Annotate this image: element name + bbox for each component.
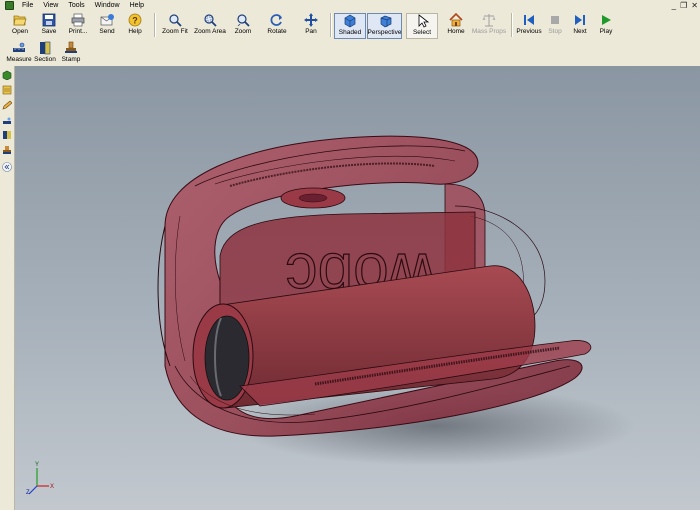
measure-label: Measure	[6, 56, 32, 63]
shaded-cube-icon	[344, 14, 356, 28]
rotate-button[interactable]: Rotate	[262, 13, 292, 36]
stop-button[interactable]: Stop	[543, 13, 567, 36]
toolbar-separator	[154, 13, 156, 37]
measure-button[interactable]: Measure	[4, 41, 34, 64]
next-icon	[575, 15, 585, 25]
select-label: Select	[412, 29, 432, 36]
zoom-label: Zoom	[234, 28, 252, 35]
previous-icon	[524, 15, 534, 25]
section-button[interactable]: Section	[34, 41, 56, 64]
stamp-icon	[65, 41, 77, 53]
measure-panel-icon[interactable]	[2, 116, 12, 126]
menu-tools[interactable]: Tools	[63, 0, 89, 11]
toolbar-separator	[511, 13, 513, 37]
menu-file[interactable]: File	[17, 0, 38, 11]
model-tree-icon[interactable]	[2, 70, 12, 80]
main-toolbar: Open Save Print... Send ? Help Zoom Fit …	[0, 11, 700, 40]
help-button[interactable]: ? Help	[121, 13, 149, 36]
measure-ruler-icon	[13, 42, 25, 52]
previous-label: Previous	[516, 28, 542, 35]
mass-props-label: Mass Props	[471, 28, 507, 35]
perspective-cube-icon	[380, 15, 391, 28]
left-tool-strip	[0, 66, 15, 510]
floppy-disk-icon	[42, 13, 56, 27]
play-button[interactable]: Play	[593, 13, 619, 36]
zoom-area-icon	[204, 14, 217, 27]
save-button[interactable]: Save	[35, 13, 63, 36]
stamp-button[interactable]: Stamp	[58, 41, 84, 64]
stamp-label: Stamp	[61, 56, 81, 63]
next-label: Next	[573, 28, 587, 35]
print-label: Print...	[68, 28, 88, 35]
shaded-label: Shaded	[338, 29, 362, 36]
open-button[interactable]: Open	[6, 13, 34, 36]
home-label: Home	[447, 28, 465, 35]
home-icon	[449, 13, 463, 27]
window-controls: _ ❐ ✕	[672, 0, 698, 11]
pan-label: Pan	[305, 28, 317, 35]
close-button[interactable]: ✕	[691, 0, 698, 11]
select-button[interactable]: Select	[406, 13, 438, 39]
section-label: Section	[34, 56, 56, 63]
home-button[interactable]: Home	[442, 13, 470, 36]
minimize-button[interactable]: _	[672, 0, 676, 11]
menu-help[interactable]: Help	[125, 0, 149, 11]
menu-bar: File View Tools Window Help _ ❐ ✕	[0, 0, 700, 11]
svg-text:?: ?	[132, 16, 138, 26]
stamp-panel-icon[interactable]	[2, 145, 12, 155]
menu-view[interactable]: View	[38, 0, 63, 11]
perspective-label: Perspective	[367, 29, 402, 36]
save-label: Save	[41, 28, 57, 35]
toolbar-separator	[330, 13, 332, 37]
play-icon	[602, 15, 611, 25]
model-3d-view: wobc Y X Z	[26, 135, 635, 496]
triad-x-label: X	[50, 484, 54, 490]
help-icon: ?	[128, 13, 142, 27]
zoom-fit-button[interactable]: Zoom Fit	[159, 13, 191, 36]
stop-icon	[551, 16, 559, 24]
triad-y-label: Y	[35, 462, 39, 468]
stop-label: Stop	[548, 28, 562, 35]
orientation-triad: Y X Z	[26, 462, 54, 496]
cursor-arrow-icon	[418, 14, 429, 28]
rotate-label: Rotate	[267, 28, 287, 35]
triad-z-label: Z	[26, 490, 30, 496]
zoom-area-label: Zoom Area	[194, 28, 226, 35]
collapse-panel-icon[interactable]	[2, 162, 12, 172]
send-button[interactable]: Send	[93, 13, 121, 36]
zoom-icon	[237, 14, 250, 27]
menu-window[interactable]: Window	[90, 0, 125, 11]
next-button[interactable]: Next	[567, 13, 593, 36]
balance-scale-icon	[482, 14, 496, 27]
send-mail-icon	[100, 14, 114, 26]
markup-toolbar: Measure Section Stamp	[0, 40, 700, 65]
configurations-icon[interactable]	[2, 85, 12, 95]
zoom-fit-icon	[169, 14, 182, 27]
send-label: Send	[99, 28, 115, 35]
folder-open-icon	[13, 15, 27, 26]
mass-props-button[interactable]: Mass Props	[471, 13, 507, 36]
perspective-toggle[interactable]: Perspective	[367, 13, 402, 39]
previous-button[interactable]: Previous	[515, 13, 543, 36]
help-label: Help	[128, 28, 142, 35]
shaded-toggle[interactable]: Shaded	[334, 13, 366, 39]
play-label: Play	[599, 28, 613, 35]
zoom-area-button[interactable]: Zoom Area	[192, 13, 228, 36]
app-icon[interactable]	[5, 1, 14, 10]
rotate-icon	[270, 14, 282, 26]
section-panel-icon[interactable]	[2, 130, 12, 140]
printer-icon	[71, 13, 85, 27]
top-slot-inner	[298, 193, 328, 203]
print-button[interactable]: Print...	[63, 13, 93, 36]
restore-button[interactable]: ❐	[680, 0, 687, 11]
pan-arrows-icon	[304, 13, 318, 27]
markup-pencil-icon[interactable]	[2, 100, 12, 110]
zoom-fit-label: Zoom Fit	[162, 28, 188, 35]
graphics-viewport[interactable]: wobc Y X Z	[15, 66, 700, 510]
section-plane-icon	[40, 41, 51, 55]
open-label: Open	[12, 28, 28, 35]
pan-button[interactable]: Pan	[297, 13, 325, 36]
zoom-button[interactable]: Zoom	[229, 13, 257, 36]
